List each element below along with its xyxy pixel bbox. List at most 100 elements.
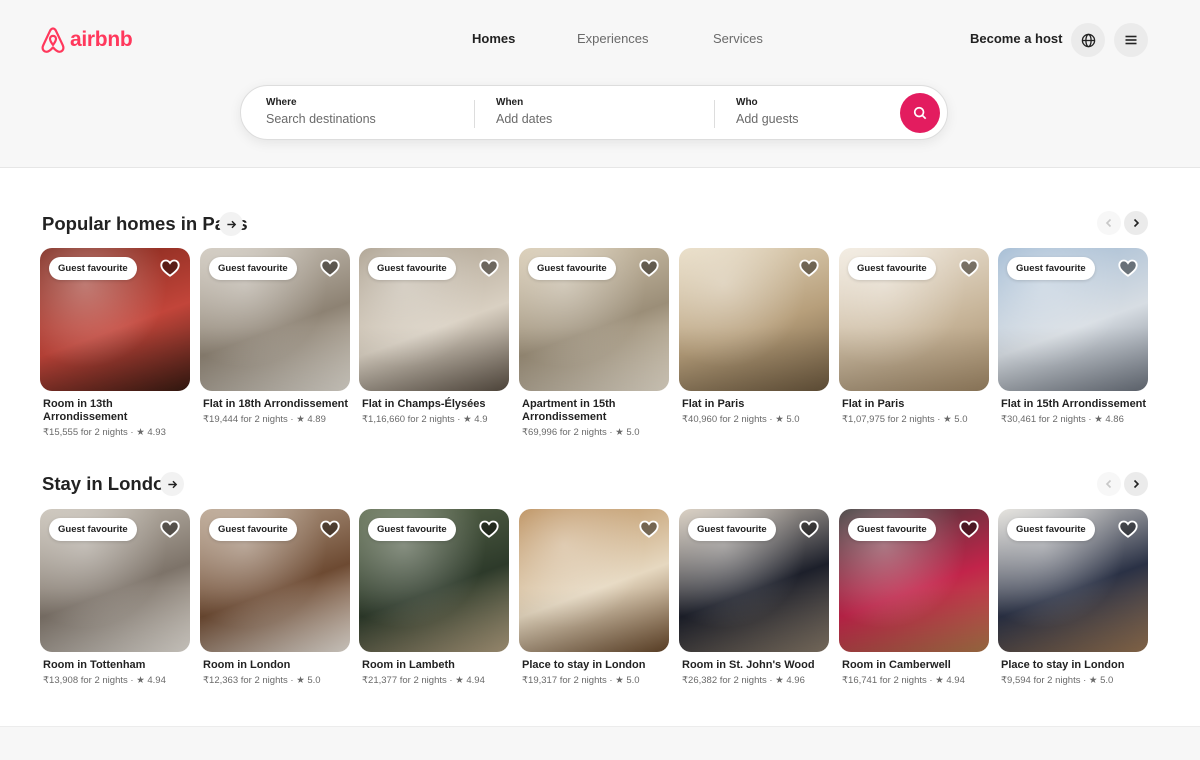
listing-title: Room in Camberwell <box>842 659 951 671</box>
heart-icon[interactable] <box>478 518 500 540</box>
heart-icon[interactable] <box>958 257 980 279</box>
guest-favourite-badge: Guest favourite <box>688 518 776 541</box>
listing-meta: ₹30,461 for 2 nights · ★ 4.86 <box>1001 414 1124 425</box>
listing-row-london: Guest favourite Room in Tottenham ₹13,90… <box>40 509 1150 709</box>
heart-icon[interactable] <box>1117 257 1139 279</box>
listing-card[interactable]: Guest favourite Room in 13th Arrondissem… <box>40 248 190 439</box>
listing-card[interactable]: Guest favourite Flat in Champs-Élysées ₹… <box>359 248 509 426</box>
section-title-london[interactable]: Stay in London <box>42 473 176 495</box>
listing-card[interactable]: Guest favourite Room in London ₹12,363 f… <box>200 509 350 687</box>
listing-title: Flat in Paris <box>842 398 905 410</box>
heart-icon[interactable] <box>1117 518 1139 540</box>
listing-card[interactable]: Guest favourite Apartment in 15th Arrond… <box>519 248 669 439</box>
section-title-paris[interactable]: Popular homes in Paris <box>42 213 248 235</box>
listing-photo[interactable]: Guest favourite <box>200 248 350 391</box>
london-prev-button[interactable] <box>1097 472 1121 496</box>
star-icon: ★ <box>296 414 305 425</box>
listing-card[interactable]: Place to stay in London ₹19,317 for 2 ni… <box>519 509 669 687</box>
hamburger-menu-icon <box>1125 35 1137 45</box>
listing-title: Room in St. John's Wood <box>682 659 815 671</box>
guest-favourite-badge: Guest favourite <box>848 518 936 541</box>
guest-favourite-badge: Guest favourite <box>1007 518 1095 541</box>
heart-icon[interactable] <box>319 257 341 279</box>
heart-icon[interactable] <box>319 518 341 540</box>
london-next-button[interactable] <box>1124 472 1148 496</box>
main-menu-button[interactable] <box>1114 23 1148 57</box>
listing-meta: ₹19,444 for 2 nights · ★ 4.89 <box>203 414 326 425</box>
listing-card[interactable]: Guest favourite Flat in 18th Arrondissem… <box>200 248 350 426</box>
listing-meta: ₹13,908 for 2 nights · ★ 4.94 <box>43 675 166 686</box>
listing-title: Place to stay in London <box>522 659 646 671</box>
listing-card[interactable]: Guest favourite Room in Lambeth ₹21,377 … <box>359 509 509 687</box>
listing-photo[interactable]: Guest favourite <box>359 509 509 652</box>
listing-meta: ₹15,555 for 2 nights · ★ 4.93 <box>43 427 166 438</box>
listing-card[interactable]: Guest favourite Flat in 15th Arrondissem… <box>998 248 1148 426</box>
listing-rating: 5.0 <box>626 427 640 438</box>
listing-photo[interactable]: Guest favourite <box>40 509 190 652</box>
heart-icon[interactable] <box>798 257 820 279</box>
listing-card[interactable]: Guest favourite Place to stay in London … <box>998 509 1148 687</box>
when-placeholder: Add dates <box>496 112 553 126</box>
listing-card[interactable]: Flat in Paris ₹40,960 for 2 nights · ★ 5… <box>679 248 829 426</box>
listing-price: ₹16,741 for 2 nights <box>842 675 927 686</box>
listing-photo[interactable]: Guest favourite <box>40 248 190 391</box>
guest-favourite-badge: Guest favourite <box>368 518 456 541</box>
tab-services[interactable]: Services <box>713 31 763 46</box>
listing-title: Flat in Paris <box>682 398 745 410</box>
paris-prev-button[interactable] <box>1097 211 1121 235</box>
language-button[interactable] <box>1071 23 1105 57</box>
guest-favourite-badge: Guest favourite <box>848 257 936 280</box>
heart-icon[interactable] <box>478 257 500 279</box>
heart-icon[interactable] <box>638 257 660 279</box>
listing-price: ₹21,377 for 2 nights <box>362 675 447 686</box>
listing-photo[interactable] <box>519 509 669 652</box>
heart-icon[interactable] <box>798 518 820 540</box>
search-bar: Where Search destinations When Add dates… <box>240 85 948 140</box>
listing-price: ₹1,16,660 for 2 nights <box>362 414 455 425</box>
listing-card[interactable]: Guest favourite Flat in Paris ₹1,07,975 … <box>839 248 989 426</box>
listing-card[interactable]: Guest favourite Room in Camberwell ₹16,7… <box>839 509 989 687</box>
who-field[interactable]: Who Add guests <box>736 97 886 126</box>
listing-card[interactable]: Guest favourite Room in St. John's Wood … <box>679 509 829 687</box>
listing-photo[interactable] <box>679 248 829 391</box>
heart-icon[interactable] <box>638 518 660 540</box>
star-icon: ★ <box>775 675 784 686</box>
listing-title: Room in London <box>203 659 291 671</box>
listing-meta: ₹9,594 for 2 nights · ★ 5.0 <box>1001 675 1114 686</box>
who-placeholder: Add guests <box>736 112 799 126</box>
listing-photo[interactable]: Guest favourite <box>200 509 350 652</box>
listing-rating: 5.0 <box>1100 675 1114 686</box>
listing-photo[interactable]: Guest favourite <box>519 248 669 391</box>
listing-rating: 5.0 <box>307 675 321 686</box>
tab-homes[interactable]: Homes <box>472 31 515 46</box>
listing-photo[interactable]: Guest favourite <box>839 248 989 391</box>
listing-rating: 4.86 <box>1105 414 1124 425</box>
where-field[interactable]: Where Search destinations <box>266 97 466 126</box>
when-field[interactable]: When Add dates <box>496 97 696 126</box>
chevron-right-icon <box>1133 218 1140 228</box>
arrow-right-icon <box>167 480 177 488</box>
heart-icon[interactable] <box>159 518 181 540</box>
listing-photo[interactable]: Guest favourite <box>998 248 1148 391</box>
listing-photo[interactable]: Guest favourite <box>679 509 829 652</box>
listing-title: Place to stay in London <box>1001 659 1125 671</box>
listing-card[interactable]: Guest favourite Room in Tottenham ₹13,90… <box>40 509 190 687</box>
listing-photo[interactable]: Guest favourite <box>359 248 509 391</box>
search-divider <box>714 100 715 128</box>
listing-photo[interactable]: Guest favourite <box>839 509 989 652</box>
search-divider <box>474 100 475 128</box>
heart-icon[interactable] <box>958 518 980 540</box>
paris-next-button[interactable] <box>1124 211 1148 235</box>
search-button[interactable] <box>900 93 940 133</box>
listing-price: ₹12,363 for 2 nights <box>203 675 288 686</box>
heart-icon[interactable] <box>159 257 181 279</box>
section-london-link[interactable] <box>160 472 184 496</box>
listing-rating: 4.93 <box>147 427 166 438</box>
footer-strip <box>0 726 1200 760</box>
globe-icon <box>1081 33 1095 47</box>
section-paris-link[interactable] <box>219 212 243 236</box>
listing-photo[interactable]: Guest favourite <box>998 509 1148 652</box>
tab-experiences[interactable]: Experiences <box>577 31 649 46</box>
listing-title: Room in Tottenham <box>43 659 146 671</box>
become-host-link[interactable]: Become a host <box>970 31 1062 46</box>
